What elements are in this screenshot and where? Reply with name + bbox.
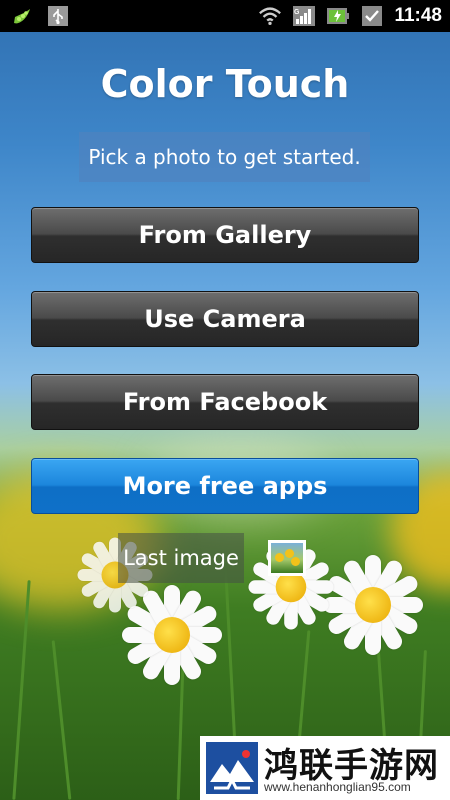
from-facebook-button[interactable]: From Facebook [31, 374, 419, 430]
signal-icon: G [292, 4, 316, 28]
notification-check-icon [360, 4, 384, 28]
use-camera-button[interactable]: Use Camera [31, 291, 419, 347]
svg-text:G: G [294, 9, 300, 16]
from-gallery-button[interactable]: From Gallery [31, 207, 419, 263]
more-free-apps-button[interactable]: More free apps [31, 458, 419, 514]
watermark-url: www.henanhonglian95.com [264, 780, 411, 794]
battery-charging-icon [326, 4, 350, 28]
subtitle-banner: Pick a photo to get started. [79, 132, 370, 182]
watermark-banner: 鸿联手游网 www.henanhonglian95.com [200, 736, 450, 800]
wifi-icon [258, 4, 282, 28]
watermark-logo-icon [206, 742, 258, 794]
usb-icon [46, 4, 70, 28]
app-title: Color Touch [100, 62, 350, 106]
status-time: 11:48 [394, 5, 442, 26]
last-image-thumbnail[interactable] [268, 540, 306, 576]
pea-pod-icon [10, 4, 34, 28]
status-bar: G 11:48 [0, 0, 450, 32]
last-image-label[interactable]: Last image [118, 533, 244, 583]
